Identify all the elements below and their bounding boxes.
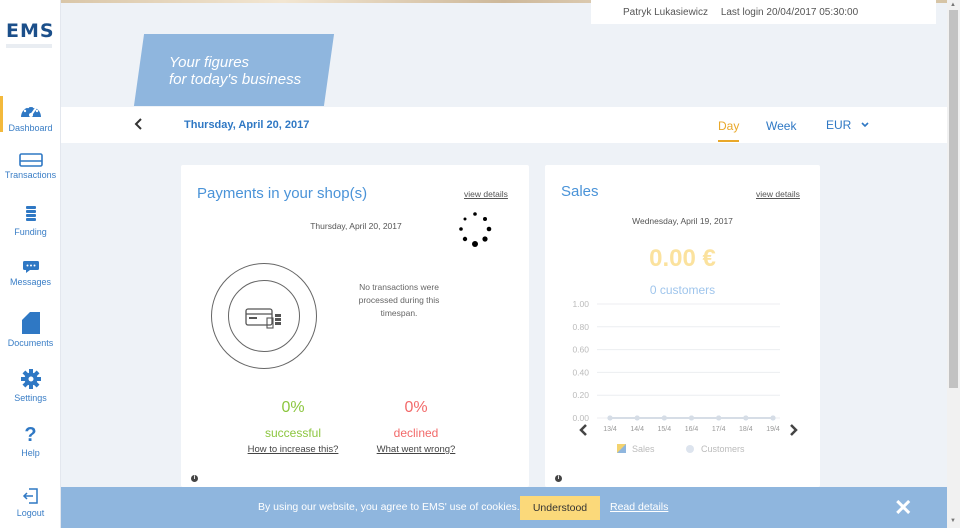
payments-date: Thursday, April 20, 2017	[310, 221, 402, 231]
chart-y-tick-label: 0.80	[572, 322, 589, 332]
document-icon	[21, 312, 40, 334]
legend-swatch-customers	[686, 445, 694, 453]
chart-point-customers	[716, 415, 722, 421]
cookie-banner: By using our website, you agree to EMS' …	[61, 487, 947, 528]
logout-icon	[22, 488, 38, 504]
chevron-down-icon	[861, 122, 869, 128]
cookie-message: By using our website, you agree to EMS' …	[258, 501, 520, 513]
sales-card: Sales view details Wednesday, April 19, …	[545, 165, 820, 487]
chart-point-customers	[689, 415, 694, 421]
chart-x-tick-label: 18/4	[739, 426, 753, 433]
sales-amount: 0.00 €	[649, 245, 716, 272]
currency-value: EUR	[826, 118, 852, 132]
gauge-icon	[20, 105, 41, 117]
user-info: Patryk Lukasiewicz Last login 20/04/2017…	[591, 0, 936, 24]
logo-tagline	[6, 44, 52, 48]
info-icon[interactable]: i	[555, 475, 562, 482]
ems-logo[interactable]: EMS	[6, 20, 56, 48]
cookie-accept-button[interactable]: Understood	[520, 496, 600, 520]
coins-icon	[25, 206, 36, 221]
chart-point-customers	[743, 415, 749, 421]
sales-view-details-link[interactable]: view details	[756, 189, 800, 199]
declined-percentage: 0%	[404, 399, 428, 416]
loading-spinner-icon	[459, 212, 492, 247]
scroll-up-arrow-icon[interactable]: ▲	[950, 2, 956, 8]
chart-y-tick-label: 0.00	[572, 413, 589, 423]
chart-x-tick-label: 14/4	[630, 426, 644, 433]
sidebar-item-transactions[interactable]: Transactions	[0, 153, 61, 180]
chart-point-customers	[634, 415, 640, 421]
chart-y-tick-label: 0.40	[572, 367, 589, 377]
payments-title: Payments in your shop(s)	[197, 185, 368, 202]
date-navigation-bar: Thursday, April 20, 2017 Day Week EUR	[61, 107, 947, 143]
page-scrollbar[interactable]: ▲ ▼	[947, 0, 960, 528]
sidebar: EMS Dashboard Transactions Funding Messa…	[0, 0, 61, 528]
legend-label-sales: Sales	[632, 444, 655, 454]
no-transactions-message: No transactions were processed during th…	[358, 282, 440, 318]
sidebar-item-logout[interactable]: Logout	[0, 487, 61, 518]
chart-x-tick-label: 16/4	[685, 426, 699, 433]
tab-day[interactable]: Day	[718, 119, 740, 142]
user-name: Patryk Lukasiewicz	[623, 7, 709, 18]
payments-view-details-link[interactable]: view details	[464, 189, 508, 199]
successful-label: successful	[264, 426, 322, 440]
chat-icon	[22, 261, 39, 273]
sidebar-item-documents[interactable]: Documents	[0, 311, 61, 348]
what-went-wrong-link[interactable]: What went wrong?	[356, 444, 476, 455]
chart-y-tick-label: 0.20	[572, 390, 589, 400]
chart-point-customers	[770, 415, 776, 421]
sidebar-item-label: Documents	[7, 338, 54, 348]
sidebar-item-label: Dashboard	[8, 123, 53, 133]
sidebar-item-label: Logout	[16, 508, 45, 518]
sidebar-item-help[interactable]: ? Help	[0, 425, 61, 458]
legend-label-customers: Customers	[701, 444, 745, 454]
cookie-read-details-link[interactable]: Read details	[610, 501, 668, 513]
how-to-increase-link[interactable]: How to increase this?	[233, 444, 353, 455]
current-date: Thursday, April 20, 2017	[184, 119, 310, 131]
scroll-down-arrow-icon[interactable]: ▼	[950, 518, 956, 524]
sidebar-item-label: Messages	[9, 277, 52, 287]
sales-date: Wednesday, April 19, 2017	[632, 216, 733, 226]
successful-percentage: 0%	[281, 399, 305, 416]
chart-point-customers	[661, 415, 667, 421]
card-terminal-icon	[245, 308, 281, 329]
scrollbar-thumb[interactable]	[949, 10, 958, 388]
declined-label: declined	[393, 426, 439, 440]
chart-point-customers	[607, 415, 613, 421]
info-icon[interactable]: i	[191, 475, 198, 482]
last-login: Last login 20/04/2017 05:30:00	[720, 7, 859, 18]
sidebar-item-messages[interactable]: Messages	[0, 260, 61, 287]
chart-prev-arrow-icon[interactable]	[579, 424, 587, 436]
chart-x-tick-label: 17/4	[712, 426, 726, 433]
question-icon: ?	[24, 424, 37, 446]
page-header: Patryk Lukasiewicz Last login 20/04/2017…	[61, 0, 947, 107]
close-icon[interactable]: ✕	[894, 495, 912, 521]
tab-week[interactable]: Week	[766, 119, 796, 133]
currency-select[interactable]: EUR	[826, 118, 870, 132]
slogan-text: Your figures for today's business	[169, 54, 301, 88]
sales-title: Sales	[561, 183, 599, 200]
slogan-line-2: for today's business	[169, 71, 302, 88]
previous-date-button[interactable]	[133, 117, 143, 136]
sidebar-item-label: Funding	[14, 227, 47, 237]
sidebar-item-label: Transactions	[4, 170, 57, 180]
sales-chart: 1.00 0.80 0.60 0.40 0.20 0.00 13/4 14/4 15/4 16/4…	[572, 299, 798, 454]
chart-y-tick-label: 0.60	[572, 345, 589, 355]
chart-x-tick-label: 13/4	[603, 426, 617, 433]
sidebar-item-dashboard[interactable]: Dashboard	[0, 96, 61, 133]
payments-card: Payments in your shop(s) view details Th…	[181, 165, 529, 487]
slogan-line-1: Your figures	[169, 54, 250, 71]
sidebar-item-settings[interactable]: Settings	[0, 368, 61, 403]
sidebar-item-label: Settings	[14, 393, 47, 403]
chart-y-tick-label: 1.00	[572, 299, 589, 309]
card-icon	[18, 153, 43, 167]
chevron-left-icon	[134, 118, 142, 130]
sidebar-item-funding[interactable]: Funding	[0, 204, 61, 237]
logo-text: EMS	[6, 20, 55, 42]
chart-x-tick-label: 19/4	[766, 426, 780, 433]
chart-x-tick-label: 15/4	[658, 426, 672, 433]
chart-next-arrow-icon[interactable]	[790, 424, 798, 436]
gear-icon	[20, 369, 41, 389]
sidebar-item-label: Help	[21, 448, 40, 458]
